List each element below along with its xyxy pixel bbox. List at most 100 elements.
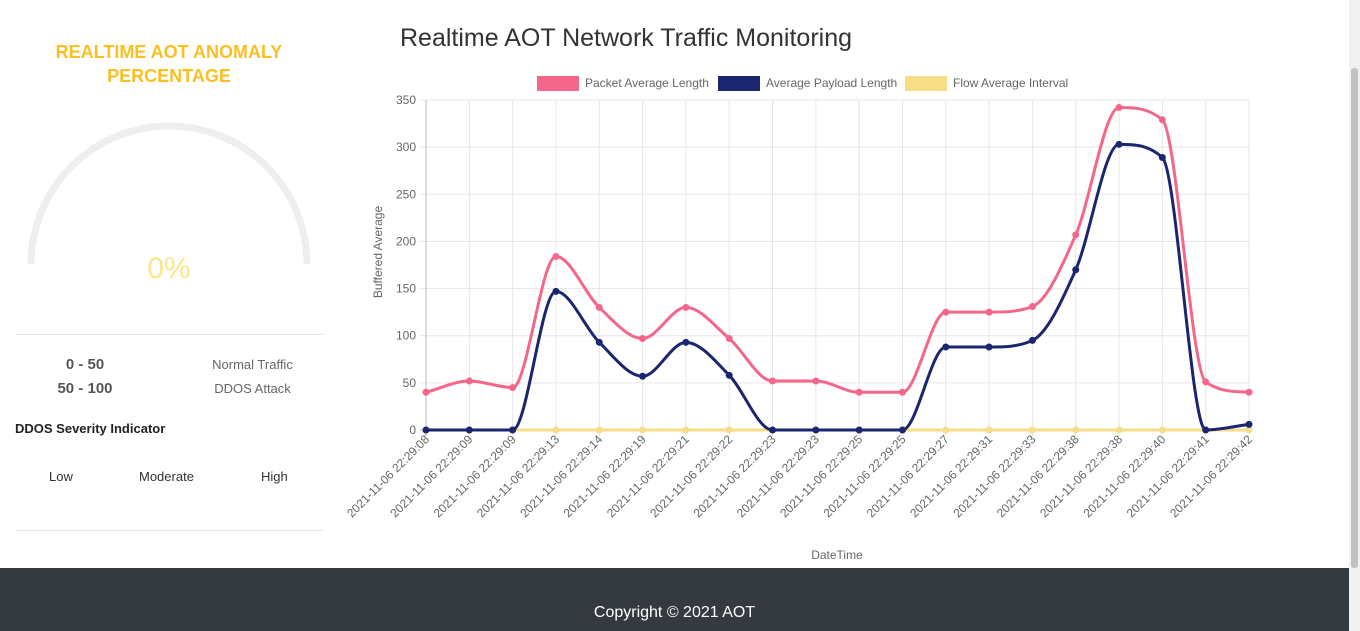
data-point[interactable] bbox=[465, 426, 473, 434]
x-tick-label: 2021-11-06 22:29:23 bbox=[691, 432, 779, 520]
data-point[interactable] bbox=[942, 426, 950, 434]
footer: Copyright © 2021 AOT bbox=[0, 568, 1349, 631]
data-point[interactable] bbox=[1115, 104, 1123, 112]
x-tick-label: 2021-11-06 22:29:40 bbox=[1080, 432, 1168, 520]
severity-title: DDOS Severity Indicator bbox=[15, 421, 166, 436]
data-point[interactable] bbox=[769, 426, 777, 434]
data-point[interactable] bbox=[509, 384, 517, 392]
x-tick-label: 2021-11-06 22:29:41 bbox=[1124, 432, 1212, 520]
divider bbox=[15, 530, 323, 531]
data-point[interactable] bbox=[898, 388, 906, 396]
data-point[interactable] bbox=[682, 338, 690, 346]
gauge-track bbox=[27, 122, 311, 265]
data-point[interactable] bbox=[595, 426, 603, 434]
data-point[interactable] bbox=[509, 426, 517, 434]
data-point[interactable] bbox=[552, 287, 560, 295]
data-point[interactable] bbox=[725, 371, 733, 379]
data-point[interactable] bbox=[812, 426, 820, 434]
data-point[interactable] bbox=[1072, 231, 1080, 239]
data-point[interactable] bbox=[682, 426, 690, 434]
data-point[interactable] bbox=[1158, 116, 1166, 124]
legend-swatch bbox=[537, 76, 579, 91]
scrollbar-thumb[interactable] bbox=[1351, 68, 1358, 568]
y-tick-label: 100 bbox=[396, 329, 416, 343]
data-point[interactable] bbox=[552, 426, 560, 434]
x-tick-label: 2021-11-06 22:29:14 bbox=[517, 432, 605, 520]
data-point[interactable] bbox=[1028, 336, 1036, 344]
data-point[interactable] bbox=[725, 335, 733, 343]
x-tick-label: 2021-11-06 22:29:09 bbox=[387, 432, 475, 520]
legend-swatch bbox=[905, 76, 947, 91]
data-point[interactable] bbox=[639, 335, 647, 343]
data-point[interactable] bbox=[985, 426, 993, 434]
data-point[interactable] bbox=[1202, 378, 1210, 386]
page-scrollbar[interactable] bbox=[1349, 0, 1360, 631]
data-point[interactable] bbox=[1028, 426, 1036, 434]
x-tick-label: 2021-11-06 22:29:25 bbox=[777, 432, 865, 520]
chart-title: Realtime AOT Network Traffic Monitoring bbox=[400, 24, 853, 52]
x-axis-label: DateTime bbox=[811, 548, 863, 562]
data-point[interactable] bbox=[769, 377, 777, 385]
legend-item[interactable]: Flow Average Interval bbox=[905, 76, 1068, 91]
data-point[interactable] bbox=[595, 303, 603, 311]
data-point[interactable] bbox=[1245, 420, 1253, 428]
legend-item[interactable]: Packet Average Length bbox=[537, 76, 709, 91]
y-tick-label: 250 bbox=[396, 187, 416, 201]
x-tick-label: 2021-11-06 22:29:38 bbox=[994, 432, 1082, 520]
page: REALTIME AOT ANOMALY PERCENTAGE 0% 0 - 5… bbox=[0, 0, 1360, 631]
range-ddos-label: DDOS Attack bbox=[214, 381, 291, 396]
data-point[interactable] bbox=[1115, 140, 1123, 148]
y-tick-label: 50 bbox=[403, 376, 417, 390]
x-tick-label: 2021-11-06 22:29:19 bbox=[561, 432, 649, 520]
legend-label: Flow Average Interval bbox=[953, 76, 1068, 90]
gauge-title-line2: PERCENTAGE bbox=[107, 66, 231, 86]
chart-legend[interactable]: Packet Average Length Average Payload Len… bbox=[537, 76, 1068, 91]
x-tick-label: 2021-11-06 22:29:25 bbox=[821, 432, 909, 520]
data-point[interactable] bbox=[639, 426, 647, 434]
legend-label: Average Payload Length bbox=[766, 76, 897, 90]
data-point[interactable] bbox=[898, 426, 906, 434]
anomaly-gauge bbox=[27, 122, 311, 265]
x-tick-label: 2021-11-06 22:29:08 bbox=[344, 432, 432, 520]
data-point[interactable] bbox=[1072, 426, 1080, 434]
legend-swatch bbox=[718, 76, 760, 91]
series-line-packet-average-length bbox=[425, 106, 1250, 394]
y-tick-label: 300 bbox=[396, 140, 416, 154]
data-point[interactable] bbox=[1245, 388, 1253, 396]
data-point[interactable] bbox=[1115, 426, 1123, 434]
data-point[interactable] bbox=[855, 388, 863, 396]
data-point[interactable] bbox=[985, 343, 993, 351]
x-tick-label: 2021-11-06 22:29:23 bbox=[734, 432, 822, 520]
y-axis-label: Buffered Average bbox=[371, 206, 385, 299]
gauge-title-line1: REALTIME AOT ANOMALY bbox=[55, 42, 283, 62]
data-point[interactable] bbox=[725, 426, 733, 434]
data-point[interactable] bbox=[422, 388, 430, 396]
data-point[interactable] bbox=[942, 308, 950, 316]
range-normal-label: Normal Traffic bbox=[212, 357, 293, 372]
data-point[interactable] bbox=[1072, 266, 1080, 274]
y-axis-ticks: 0 50 100 150 200 250 300 350 bbox=[396, 93, 416, 437]
data-point[interactable] bbox=[1202, 426, 1210, 434]
data-point[interactable] bbox=[422, 426, 430, 434]
data-point[interactable] bbox=[985, 308, 993, 316]
legend-item[interactable]: Average Payload Length bbox=[718, 76, 897, 91]
x-tick-label: 2021-11-06 22:29:21 bbox=[604, 432, 692, 520]
data-point[interactable] bbox=[465, 377, 473, 385]
x-tick-label: 2021-11-06 22:29:42 bbox=[1167, 432, 1255, 520]
severity-moderate: Moderate bbox=[139, 469, 194, 484]
data-point[interactable] bbox=[1158, 154, 1166, 162]
data-point[interactable] bbox=[1158, 426, 1166, 434]
data-point[interactable] bbox=[639, 372, 647, 380]
data-point[interactable] bbox=[595, 338, 603, 346]
traffic-chart: Packet Average Length Average Payload Len… bbox=[344, 76, 1255, 562]
data-point[interactable] bbox=[942, 343, 950, 351]
range-ddos: 50 - 100 bbox=[57, 380, 113, 397]
data-point[interactable] bbox=[1028, 302, 1036, 310]
anomaly-panel: REALTIME AOT ANOMALY PERCENTAGE 0% 0 - 5… bbox=[15, 0, 323, 568]
data-point[interactable] bbox=[552, 253, 560, 261]
data-point[interactable] bbox=[855, 426, 863, 434]
x-tick-label: 2021-11-06 22:29:33 bbox=[950, 432, 1038, 520]
data-point[interactable] bbox=[682, 303, 690, 311]
y-tick-label: 150 bbox=[396, 282, 416, 296]
data-point[interactable] bbox=[812, 377, 820, 385]
